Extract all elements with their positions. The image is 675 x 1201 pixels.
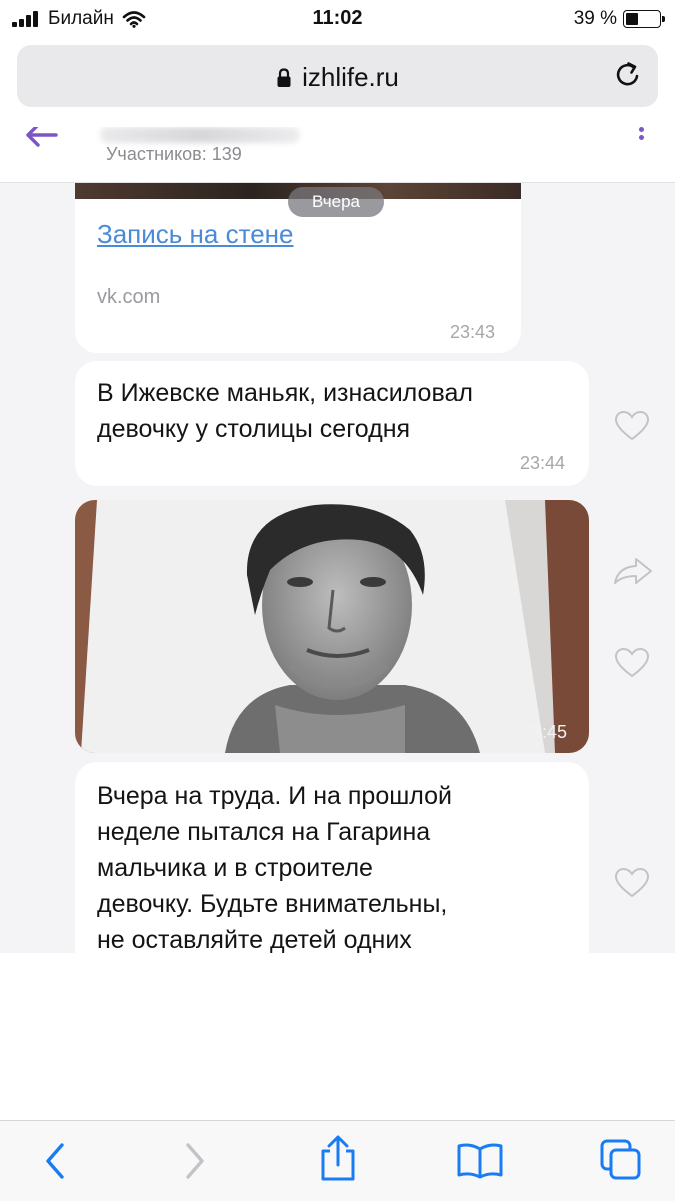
status-bar-right: 39 % — [573, 8, 665, 30]
message-photo[interactable]: 23:45 — [75, 500, 589, 753]
chat-title-blurred — [100, 127, 300, 143]
share-icon[interactable] — [318, 1135, 358, 1183]
message-line: Вчера на труда. И на прошлой — [97, 782, 453, 810]
day-separator: Вчера — [288, 187, 384, 217]
reload-icon[interactable] — [612, 59, 644, 91]
url-text: izhlife.ru — [302, 62, 399, 92]
battery-level — [626, 13, 638, 25]
forward-icon[interactable] — [180, 1139, 210, 1183]
safari-toolbar — [0, 1120, 675, 1201]
bookmarks-icon[interactable] — [456, 1141, 504, 1179]
battery-icon — [623, 10, 665, 28]
battery-percent: 39 % — [573, 8, 617, 29]
chat-header: Участников: 139 — [0, 127, 675, 183]
more-options-icon[interactable] — [637, 127, 645, 147]
message-text[interactable]: В Ижевске маньяк, изнасиловал девочку у … — [75, 361, 589, 486]
status-bar: Билайн 11:02 39 % — [0, 0, 675, 40]
heart-icon[interactable] — [614, 647, 650, 679]
message-line: мальчика и в строителе — [97, 854, 373, 882]
message-line: девочку у столицы сегодня — [97, 415, 411, 443]
message-time: 23:43 — [449, 322, 495, 342]
heart-icon[interactable] — [614, 410, 650, 442]
link-title[interactable]: Запись на стене — [97, 219, 293, 250]
message-text[interactable]: Вчера на труда. И на прошлой неделе пыта… — [75, 762, 589, 953]
photo-image — [75, 500, 589, 753]
share-icon[interactable] — [612, 556, 654, 586]
lock-icon — [277, 67, 291, 87]
link-domain: vk.com — [97, 286, 161, 308]
message-time: 23:44 — [519, 453, 565, 473]
message-line: девочку. Будьте внимательны, — [97, 890, 448, 918]
message-line: не оставляйте детей одних — [97, 926, 412, 953]
chat-screenshot: Участников: 139 Запись на стене vk.com 2… — [0, 127, 675, 953]
heart-icon[interactable] — [614, 867, 650, 899]
message-line: неделе пытался на Гагарина — [97, 818, 431, 846]
address-field[interactable]: izhlife.ru — [17, 62, 658, 93]
message-line: В Ижевске маньяк, изнасиловал — [97, 379, 473, 407]
back-icon[interactable] — [40, 1139, 70, 1183]
members-count: Участников: 139 — [106, 144, 242, 164]
address-bar[interactable]: izhlife.ru — [17, 45, 658, 107]
back-arrow-icon[interactable] — [24, 127, 58, 147]
tabs-icon[interactable] — [598, 1137, 644, 1183]
message-time: 23:45 — [521, 722, 567, 742]
